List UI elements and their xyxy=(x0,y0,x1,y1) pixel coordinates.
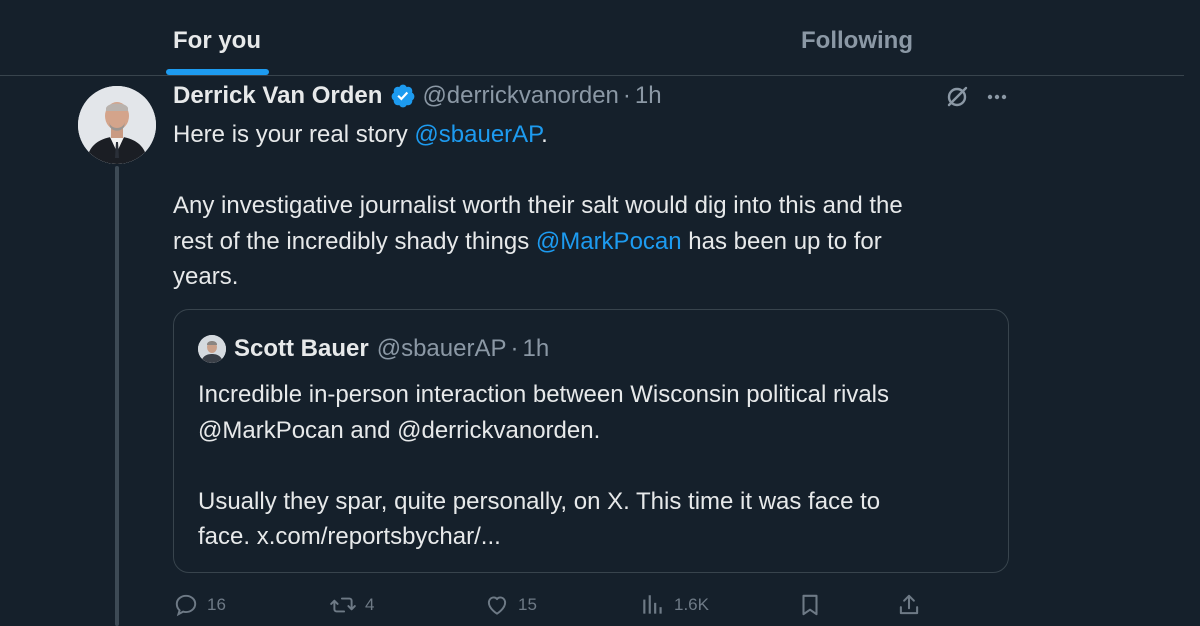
tweet-text-segment: has been up to for xyxy=(681,227,882,255)
reply-icon xyxy=(175,594,197,617)
tab-following-label: Following xyxy=(801,26,913,54)
views-button[interactable]: 1.6K xyxy=(640,588,709,622)
tweet-text-line: Here is your real story @sbauerAP. xyxy=(173,117,1033,153)
mention-link[interactable]: @sbauerAP xyxy=(414,121,541,148)
quoted-header-separator: · xyxy=(510,335,519,362)
bookmark-icon xyxy=(802,594,818,616)
tweet-text-segment: . xyxy=(541,121,548,148)
tab-for-you[interactable]: For you xyxy=(0,0,434,75)
quoted-avatar-image xyxy=(198,335,226,363)
tweet-timestamp[interactable]: 1h xyxy=(635,82,662,110)
tweet-text-segment: Here is your real story xyxy=(173,121,415,148)
mention-link[interactable]: @MarkPocan xyxy=(536,228,682,255)
tweet-text-line: rest of the incredibly shady things @Mar… xyxy=(173,224,1033,260)
tweet-text-segment: Any investigative journalist worth their… xyxy=(173,192,903,219)
quoted-avatar xyxy=(198,335,226,363)
quoted-text-line: Usually they spar, quite personally, on … xyxy=(198,487,881,515)
quoted-text-line: @MarkPocan and @derrickvanorden. xyxy=(198,416,601,444)
repost-count: 4 xyxy=(365,595,375,614)
timeline-tabs: For you Following xyxy=(0,0,1184,76)
repost-icon xyxy=(330,597,356,613)
author-display-name[interactable]: Derrick Van Orden xyxy=(173,82,382,110)
tweet-action-bar: 16 4 15 1.6K xyxy=(173,588,933,622)
tab-for-you-label: For you xyxy=(173,26,261,54)
tweet-text-segment: years. xyxy=(173,263,239,290)
header-separator: · xyxy=(622,82,631,109)
more-options-button[interactable] xyxy=(982,83,1012,111)
share-button[interactable] xyxy=(896,588,930,622)
tweet-text-line: Any investigative journalist worth their… xyxy=(173,188,1033,224)
share-icon xyxy=(899,594,919,615)
quoted-timestamp: 1h xyxy=(522,335,550,362)
like-button[interactable]: 15 xyxy=(484,588,537,622)
active-tab-indicator xyxy=(166,69,269,75)
quoted-text-line: face. x.com/reportsbychar/... xyxy=(198,523,501,550)
reply-button[interactable]: 16 xyxy=(173,588,226,622)
tweet-text: Here is your real story @sbauerAP. Any i… xyxy=(173,117,1033,295)
views-icon xyxy=(643,595,662,614)
quoted-author-handle: @sbauerAP xyxy=(376,335,507,362)
avatar[interactable] xyxy=(78,86,156,164)
grok-icon xyxy=(947,86,968,107)
tweet-text-segment: rest of the incredibly shady things xyxy=(173,227,536,255)
author-handle[interactable]: @derrickvanorden xyxy=(422,82,618,110)
repost-button[interactable]: 4 xyxy=(329,588,374,622)
heart-icon xyxy=(487,596,507,615)
bookmark-button[interactable] xyxy=(797,588,831,622)
tweet-header: Derrick Van Orden @derrickvanorden · 1h xyxy=(173,79,662,113)
thread-connector-line xyxy=(115,166,119,626)
more-icon xyxy=(987,94,1007,100)
quoted-tweet-text: Incredible in-person interaction between… xyxy=(198,377,988,555)
quoted-tweet-card[interactable]: Scott Bauer @sbauerAP · 1h Incredible in… xyxy=(173,309,1009,573)
like-count: 15 xyxy=(518,595,537,614)
avatar-image xyxy=(78,86,156,164)
quoted-text-line: Incredible in-person interaction between… xyxy=(198,381,889,408)
grok-button[interactable] xyxy=(942,83,972,111)
views-count: 1.6K xyxy=(674,595,709,614)
tab-following[interactable]: Following xyxy=(434,0,1200,75)
quoted-tweet-header: Scott Bauer @sbauerAP · 1h xyxy=(198,332,549,366)
tweet-text-line: years. xyxy=(173,259,1033,295)
quoted-author-display-name: Scott Bauer xyxy=(234,335,369,362)
verified-badge-icon[interactable] xyxy=(390,83,416,109)
reply-count: 16 xyxy=(207,595,226,614)
